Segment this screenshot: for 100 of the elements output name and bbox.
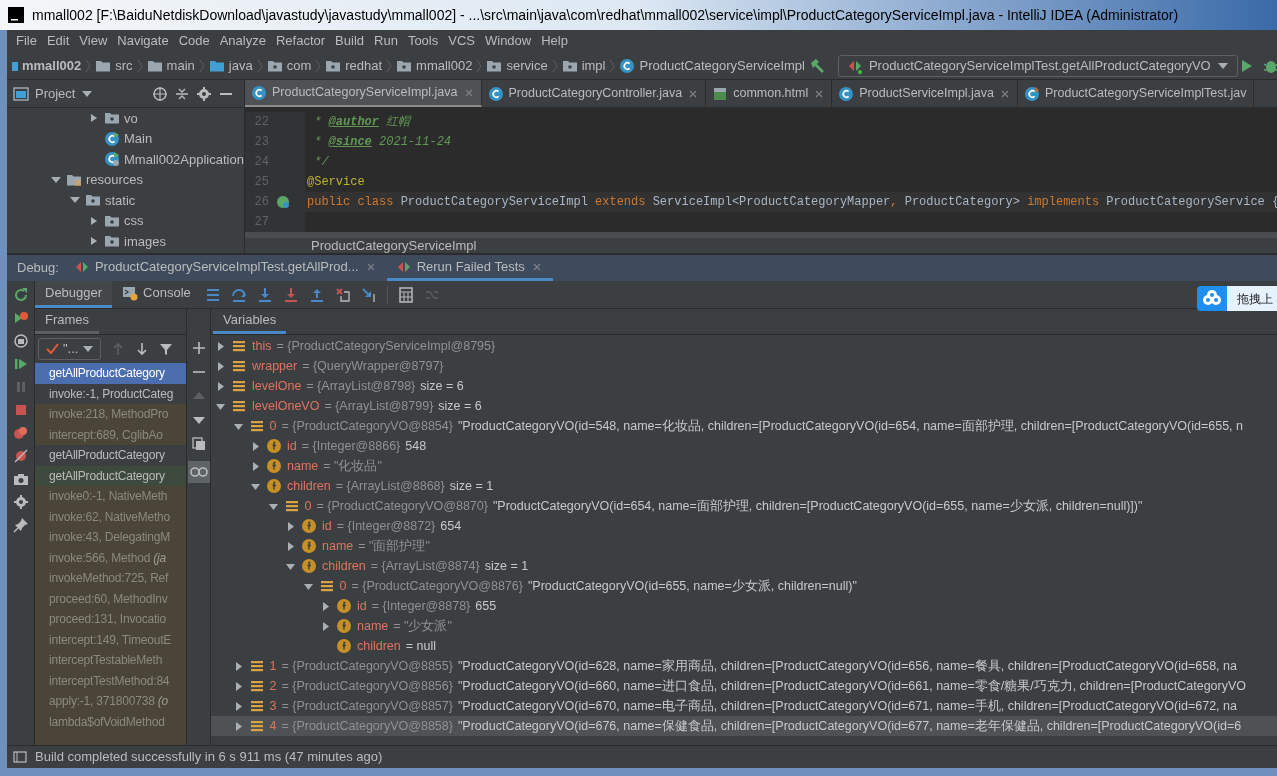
run-config-dropdown[interactable]: ProductCategoryServiceImplTest.getAllProductCategoryVO — [837, 54, 1238, 77]
locate-icon[interactable] — [152, 85, 168, 102]
menu-item[interactable]: Navigate — [112, 31, 174, 51]
frame-item[interactable]: getAllProductCategory — [35, 445, 186, 466]
mute-breakpoints-icon[interactable] — [12, 448, 29, 464]
chevron-icon — [608, 57, 617, 74]
step-out-icon[interactable] — [308, 286, 325, 303]
tree-item[interactable]: Mmall002Application — [124, 149, 244, 169]
breadcrumb-item[interactable]: redhat — [345, 55, 383, 76]
stack-icon — [231, 398, 247, 414]
stack-icon — [248, 678, 265, 694]
variable-value: "ProductCategoryVO(id=660, name=进口食品, children=[ProductCategoryVO(id=661, name=零食/糖果/巧克力, children=[ProductCategoryVO — [457, 677, 1246, 695]
panel-tab[interactable]: Frames — [35, 309, 100, 334]
menu-item[interactable]: Help — [536, 31, 573, 51]
breadcrumb-item[interactable]: src — [115, 55, 133, 76]
breadcrumb-item[interactable]: mmall002 — [416, 55, 473, 76]
calculator-icon[interactable] — [397, 286, 414, 303]
tree-item[interactable]: vo — [124, 108, 138, 128]
field-icon — [301, 538, 317, 554]
caret-right-icon[interactable] — [215, 360, 226, 372]
drop-frame-icon[interactable] — [334, 286, 351, 303]
menu-item[interactable]: Edit — [41, 31, 75, 51]
caret-right-icon[interactable] — [215, 340, 226, 352]
glasses-icon[interactable] — [187, 461, 210, 483]
rerun-icon[interactable] — [12, 287, 29, 303]
chevron-icon — [197, 57, 206, 74]
frames-list-icon[interactable] — [204, 286, 221, 303]
breadcrumb-item[interactable]: mmall002 — [22, 55, 82, 76]
check-icon — [45, 342, 59, 356]
caret-right-icon[interactable] — [215, 380, 226, 392]
editor-tab[interactable]: ProductCategoryServiceImpl.java — [245, 80, 482, 107]
breadcrumb-item[interactable]: ProductCategoryServiceImpl — [311, 235, 477, 256]
plus-icon[interactable] — [191, 341, 206, 355]
debug-tab[interactable]: ProductCategoryServiceImplTest.getAllProd... — [64, 255, 387, 281]
variable-value: "ProductCategoryVO(id=548, name=化妆品, children=[ProductCategoryVO(id=654, name=面部护理, children=[ProductCategoryVO(id=655, n — [457, 417, 1243, 435]
settings-icon[interactable] — [196, 85, 212, 102]
variable-name: 4 — [269, 717, 277, 735]
class-icon — [1024, 85, 1040, 102]
menu-item[interactable]: Analyze — [214, 31, 271, 51]
frame-item[interactable]: getAllProductCategory — [35, 465, 186, 486]
variable-reference: = {Integer@8866} — [301, 437, 401, 455]
tree-item[interactable]: static — [105, 190, 136, 210]
class-icon — [838, 85, 855, 102]
resume-icon[interactable] — [12, 356, 29, 372]
menu-item[interactable]: VCS — [443, 31, 480, 51]
tree-item[interactable]: images — [124, 231, 166, 251]
thread-dropdown[interactable]: "... — [38, 338, 102, 360]
step-into-icon[interactable] — [256, 286, 273, 303]
upload-widget[interactable]: 拖拽上 — [1197, 286, 1277, 311]
breadcrumb-item[interactable]: com — [286, 55, 312, 76]
tree-item[interactable]: resources — [86, 170, 144, 190]
pin-icon[interactable] — [12, 517, 29, 533]
variable-name: id — [287, 437, 297, 455]
down-arrow-icon[interactable] — [135, 342, 150, 356]
caret-right-icon[interactable] — [285, 520, 296, 532]
caret-right-icon[interactable] — [285, 540, 296, 552]
debugger-tab[interactable]: Debugger — [35, 281, 113, 308]
menu-item[interactable]: Window — [479, 31, 537, 51]
stack-icon — [248, 658, 265, 674]
html-file-icon — [712, 85, 729, 102]
menu-item[interactable]: Tools — [402, 31, 444, 51]
menu-item[interactable]: Refactor — [270, 31, 331, 51]
copy-icon[interactable] — [191, 437, 206, 451]
frame-item[interactable]: getAllProductCategory — [35, 363, 186, 384]
frame-item[interactable]: invoke:-1, ProductCateg — [35, 383, 186, 404]
restore-layout-icon[interactable] — [12, 333, 29, 349]
caret-right-icon[interactable] — [320, 600, 331, 612]
breadcrumb-item[interactable]: ProductCategoryServiceImpl — [639, 55, 805, 76]
variable-value: size = 1 — [484, 557, 529, 575]
tree-item[interactable]: css — [124, 211, 144, 231]
breadcrumb-item[interactable]: service — [506, 55, 548, 76]
panel-title[interactable]: Project — [35, 83, 76, 104]
breadcrumb-item[interactable]: main — [166, 55, 195, 76]
menu-item[interactable]: Run — [369, 31, 403, 51]
breadcrumb-item[interactable]: impl — [581, 55, 606, 76]
breadcrumb-item[interactable]: java — [228, 55, 253, 76]
filter-icon[interactable] — [159, 342, 174, 356]
breakpoints-icon[interactable] — [12, 425, 29, 441]
variable-value: 655 — [475, 597, 497, 615]
chevron-icon — [385, 57, 394, 74]
menu-item[interactable]: File — [11, 31, 42, 51]
panel-toggle-icon[interactable] — [13, 750, 27, 764]
camera-icon[interactable] — [12, 471, 29, 487]
caret-right-icon[interactable] — [250, 440, 261, 452]
chevron-icon — [475, 57, 484, 74]
caret-right-icon[interactable] — [320, 620, 331, 632]
chevron-icon — [84, 57, 93, 74]
settings-icon[interactable] — [12, 494, 29, 510]
rerun-failed-icon[interactable] — [12, 310, 29, 326]
step-over-icon[interactable] — [230, 286, 247, 303]
panel-tab[interactable]: Variables — [213, 309, 287, 334]
menu-item[interactable]: Build — [330, 31, 369, 51]
tree-item[interactable]: Main — [124, 129, 153, 149]
debugger-tab[interactable]: Console — [112, 281, 201, 308]
caret-right-icon[interactable] — [250, 460, 261, 472]
run-to-cursor-icon[interactable] — [360, 286, 377, 303]
menu-item[interactable]: View — [74, 31, 113, 51]
force-step-into-icon[interactable] — [282, 286, 299, 303]
test-config-icon — [74, 259, 89, 274]
menu-item[interactable]: Code — [173, 31, 215, 51]
